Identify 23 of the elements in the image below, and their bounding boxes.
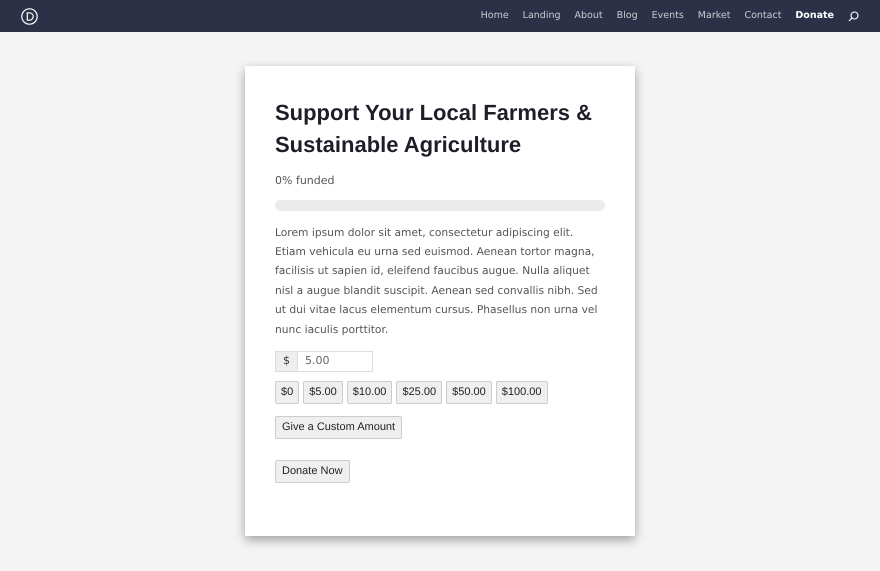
nav-link[interactable]: Donate <box>795 8 834 24</box>
custom-amount-button[interactable]: Give a Custom Amount <box>275 416 402 439</box>
amount-field[interactable]: 5.00 <box>298 350 373 372</box>
preset-amount-button[interactable]: $10.00 <box>346 380 392 404</box>
nav-link[interactable]: About <box>574 8 603 24</box>
preset-amount-button[interactable]: $0 <box>275 380 300 404</box>
nav-link[interactable]: Landing <box>522 8 561 24</box>
nav-link[interactable]: Market <box>698 8 730 24</box>
preset-amount-button[interactable]: $5.00 <box>303 380 343 404</box>
campaign-description: Lorem ipsum dolor sit amet, consectetur adipiscing elit. Etiam vehicula eu urna sed euismod. Aenean tortor magna, facilisis ut sapien id, eleifend faucibus augue. Nulla aliquet nisl a augue blandit suscipit. Aenean sed convallis nibh. Sed ut dui vitae lacus elementum cursus. Phasellus non urna vel nunc iaculis porttitor. <box>275 224 599 338</box>
funded-label: 0% funded <box>275 173 336 189</box>
preset-amount-button[interactable]: $25.00 <box>396 380 442 404</box>
nav-link[interactable]: Contact <box>744 8 782 24</box>
preset-amount-button[interactable]: $100.00 <box>496 380 548 404</box>
preset-amount-button[interactable]: $50.00 <box>446 380 492 404</box>
campaign-title: Support Your Local Farmers & Sustainable Agriculture <box>275 99 594 159</box>
currency-label: $ <box>275 350 298 372</box>
nav-link[interactable]: Blog <box>616 8 638 24</box>
nav-link[interactable]: Home <box>480 8 509 24</box>
logo-icon[interactable] <box>21 8 38 24</box>
search-icon[interactable] <box>848 10 859 22</box>
donate-now-button[interactable]: Donate Now <box>275 460 350 483</box>
nav-link[interactable]: Events <box>652 8 684 24</box>
